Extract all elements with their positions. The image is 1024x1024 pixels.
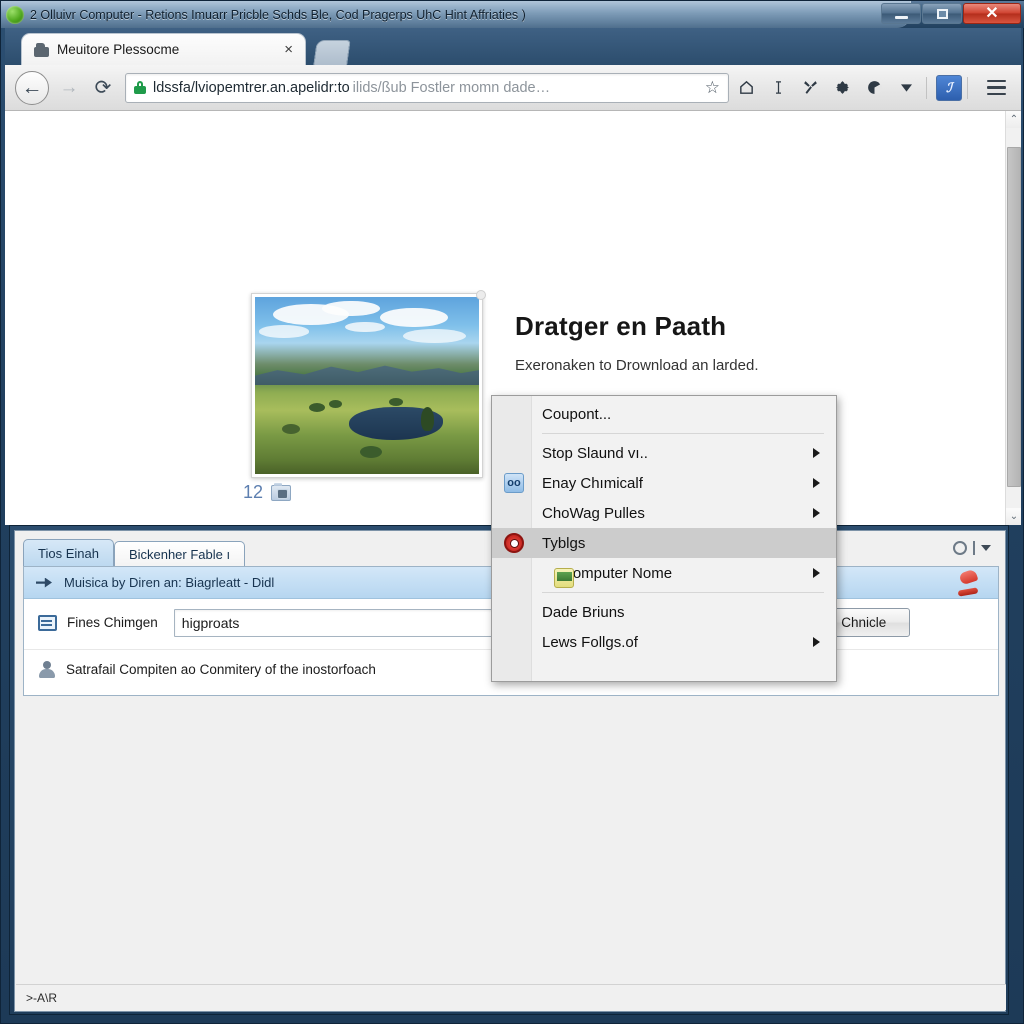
dialog-status-bar: >-A\R	[16, 984, 1006, 1010]
chevron-down-icon[interactable]	[891, 73, 921, 103]
address-bar-path: ilids/ßub Fostler momn dade…	[352, 79, 551, 96]
mountain-range	[255, 365, 479, 386]
menu-item-chowag-pulles[interactable]: ChoWag Pulles	[492, 498, 836, 528]
submenu-arrow-icon	[813, 448, 820, 458]
person-icon	[38, 660, 56, 679]
pin-tools-icon[interactable]	[795, 73, 825, 103]
toolbar-divider-2	[967, 76, 968, 99]
submenu-arrow-icon	[813, 508, 820, 518]
alarm-icon	[504, 533, 524, 553]
camera-icon	[271, 482, 292, 501]
menu-item-computer-nome[interactable]: Computer Nome	[492, 558, 836, 588]
window-title: 2 Olluivr Computer - Retions Imuarr Pric…	[30, 7, 526, 22]
minimize-icon	[894, 15, 908, 19]
reload-button[interactable]: ⟳	[89, 74, 117, 102]
reload-icon: ⟳	[94, 76, 112, 99]
back-button[interactable]: ←	[15, 70, 49, 105]
dialog-tabstrip: Tios Einah Bickenher Fable ı	[23, 539, 246, 567]
window-titlebar: 2 Olluivr Computer - Retions Imuarr Pric…	[1, 1, 1024, 28]
page-title: Dratger en Paath	[515, 311, 727, 341]
window-controls: ✕	[880, 3, 1021, 25]
menu-item-label: Computer Nome	[562, 564, 673, 582]
maximize-button[interactable]	[922, 3, 962, 24]
photo-corner-handle[interactable]	[476, 290, 486, 300]
lock-page-icon	[34, 42, 49, 57]
menu-item-coupont[interactable]: Coupont...	[492, 399, 836, 429]
field-label: Fines Chimgen	[67, 615, 158, 630]
hamburger-menu-icon[interactable]	[979, 73, 1013, 103]
page-scrollbar[interactable]: ⌃ ⌄	[1005, 111, 1021, 525]
padlock-icon	[134, 81, 146, 94]
menu-item-enay-chimicalf[interactable]: ᴏᴏ Enay Chımicalf	[492, 468, 836, 498]
photo-card[interactable]	[251, 290, 486, 478]
menu-item-stop-slaund[interactable]: Stop Slaund vı..	[492, 438, 836, 468]
menu-item-label: Enay Chımicalf	[542, 474, 643, 492]
close-button[interactable]: ✕	[963, 3, 1021, 24]
globe-icon	[6, 5, 24, 24]
menu-separator	[542, 433, 824, 434]
status-text: >-A\R	[26, 990, 58, 1005]
application-window: 2 Olluivr Computer - Retions Imuarr Pric…	[0, 0, 1024, 1024]
toolbar-divider	[926, 76, 927, 99]
menu-item-label: Coupont...	[542, 405, 612, 423]
close-icon: ✕	[985, 4, 999, 22]
forward-arrow-icon: →	[59, 77, 79, 98]
dialog-note-text: Satrafail Compiten ao Conmitery of the i…	[66, 662, 376, 677]
gear-icon[interactable]	[827, 73, 857, 103]
tab-bickenher-fable[interactable]: Bickenher Fable ı	[113, 541, 246, 567]
page-subtitle: Exeronaken to Drownload an larded.	[515, 357, 759, 374]
menu-item-label: Lews Follgs.of	[542, 633, 638, 651]
maximize-icon	[936, 8, 948, 19]
menu-item-lews-follgs[interactable]: Lews Follgs.of	[492, 627, 836, 657]
submenu-arrow-icon	[813, 568, 820, 578]
back-arrow-icon: ←	[21, 76, 43, 99]
bookmark-star-icon[interactable]: ☆	[705, 78, 720, 98]
new-tab-button[interactable]	[313, 40, 351, 65]
dialog-expander[interactable]	[953, 541, 991, 555]
photo-count: 12	[243, 482, 264, 502]
card-icon	[38, 614, 57, 631]
tab-label: Tios Einah	[38, 546, 99, 561]
scroll-down-icon[interactable]: ⌄	[1006, 508, 1021, 525]
minimize-button[interactable]	[881, 3, 921, 24]
dialog-header-text: Muisica by Diren an: Biagrleatt - Didl	[64, 575, 275, 590]
menu-item-label: Stop Slaund vı..	[542, 444, 648, 462]
submenu-arrow-icon	[813, 637, 820, 647]
bar-icon	[973, 541, 975, 555]
address-bar[interactable]: ldssfa/lviopemtrer.an.apelidr:to ilids/ß…	[125, 72, 729, 103]
landscape-photo	[255, 297, 479, 474]
bank-icon: ᴏᴏ	[504, 473, 524, 493]
scroll-up-icon[interactable]: ⌃	[1006, 111, 1021, 128]
text-cursor-icon[interactable]	[763, 73, 793, 103]
menu-item-tyblgs[interactable]: Tyblgs	[492, 528, 836, 558]
browser-tab-active[interactable]: Meuitore Plessocme ×	[21, 33, 306, 65]
menu-item-label: Dade Briuns	[542, 603, 625, 621]
menu-separator-2	[542, 592, 824, 593]
flag-icon	[36, 576, 54, 590]
note-icon	[554, 568, 574, 588]
home-icon[interactable]	[731, 73, 761, 103]
context-menu[interactable]: Coupont... Stop Slaund vı.. ᴏᴏ Enay Chım…	[491, 395, 837, 682]
tab-close-icon[interactable]: ×	[280, 41, 297, 58]
circle-icon	[953, 541, 967, 555]
scrollbar-thumb[interactable]	[1007, 147, 1021, 487]
extension-app-icon[interactable]: ℐ	[936, 74, 962, 101]
forward-button[interactable]: →	[55, 74, 83, 102]
eye-icon[interactable]	[859, 73, 889, 103]
red-stamp-icon	[956, 568, 984, 597]
browser-tabstrip: Meuitore Plessocme ×	[5, 28, 1021, 65]
chevron-down-icon[interactable]	[981, 545, 991, 551]
photo-meta: 12	[243, 482, 292, 503]
address-bar-domain: ldssfa/lviopemtrer.an.apelidr:to	[153, 79, 350, 96]
browser-navigation-bar: ← → ⟳ ldssfa/lviopemtrer.an.apelidr:to i…	[5, 65, 1021, 111]
tab-label: Bickenher Fable ı	[128, 547, 231, 562]
menu-item-label: Tyblgs	[542, 534, 586, 552]
menu-item-dade-briuns[interactable]: Dade Briuns	[492, 597, 836, 627]
submenu-arrow-icon	[813, 478, 820, 488]
menu-item-label: ChoWag Pulles	[542, 504, 645, 522]
browser-tab-title: Meuitore Plessocme	[57, 42, 180, 57]
tab-tios-einah[interactable]: Tios Einah	[23, 539, 114, 567]
